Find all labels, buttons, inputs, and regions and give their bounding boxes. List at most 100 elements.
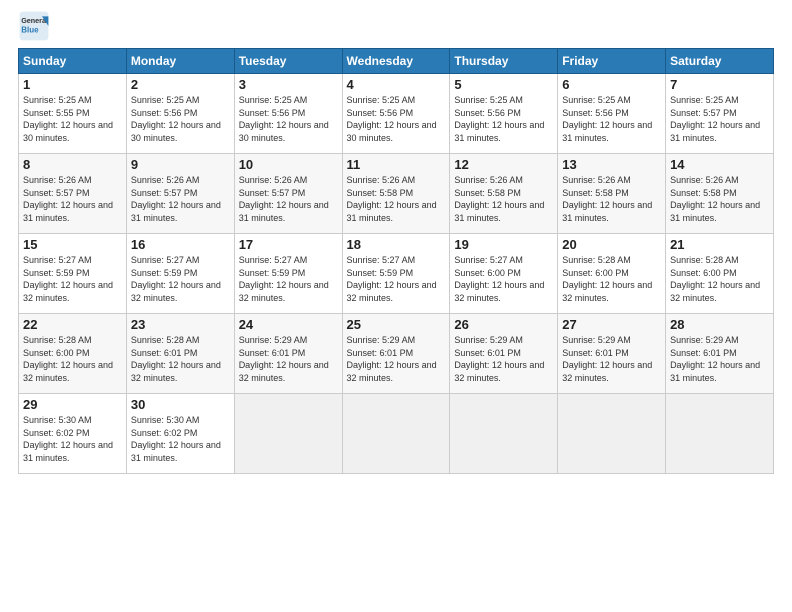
week-row-4: 22 Sunrise: 5:28 AMSunset: 6:00 PMDayligh… <box>19 314 774 394</box>
day-header-friday: Friday <box>558 49 666 74</box>
calendar-page: General Blue SundayMondayTuesdayWednesda… <box>0 0 792 612</box>
day-number: 5 <box>454 77 553 92</box>
day-number: 20 <box>562 237 661 252</box>
day-header-sunday: Sunday <box>19 49 127 74</box>
calendar-cell: 21 Sunrise: 5:28 AMSunset: 6:00 PMDayligh… <box>666 234 774 314</box>
logo: General Blue <box>18 10 50 42</box>
day-number: 1 <box>23 77 122 92</box>
calendar-cell: 14 Sunrise: 5:26 AMSunset: 5:58 PMDayligh… <box>666 154 774 234</box>
calendar-cell: 3 Sunrise: 5:25 AMSunset: 5:56 PMDaylight… <box>234 74 342 154</box>
calendar-cell: 30Sunrise: 5:30 AMSunset: 6:02 PMDayligh… <box>126 394 234 474</box>
day-number: 24 <box>239 317 338 332</box>
header: General Blue <box>18 10 774 42</box>
day-info: Sunrise: 5:27 AMSunset: 5:59 PMDaylight:… <box>131 254 230 304</box>
calendar-cell: 7 Sunrise: 5:25 AMSunset: 5:57 PMDaylight… <box>666 74 774 154</box>
day-info: Sunrise: 5:29 AMSunset: 6:01 PMDaylight:… <box>454 334 553 384</box>
day-info: Sunrise: 5:27 AMSunset: 5:59 PMDaylight:… <box>347 254 446 304</box>
day-info: Sunrise: 5:26 AMSunset: 5:58 PMDaylight:… <box>670 174 769 224</box>
calendar-cell: 24 Sunrise: 5:29 AMSunset: 6:01 PMDayligh… <box>234 314 342 394</box>
days-header-row: SundayMondayTuesdayWednesdayThursdayFrid… <box>19 49 774 74</box>
calendar-cell: 20 Sunrise: 5:28 AMSunset: 6:00 PMDayligh… <box>558 234 666 314</box>
week-row-3: 15 Sunrise: 5:27 AMSunset: 5:59 PMDayligh… <box>19 234 774 314</box>
day-info: Sunrise: 5:28 AMSunset: 6:00 PMDaylight:… <box>23 334 122 384</box>
calendar-cell: 6 Sunrise: 5:25 AMSunset: 5:56 PMDaylight… <box>558 74 666 154</box>
calendar-cell: 15 Sunrise: 5:27 AMSunset: 5:59 PMDayligh… <box>19 234 127 314</box>
calendar-cell: 22 Sunrise: 5:28 AMSunset: 6:00 PMDayligh… <box>19 314 127 394</box>
calendar-cell: 5 Sunrise: 5:25 AMSunset: 5:56 PMDaylight… <box>450 74 558 154</box>
week-row-1: 1Sunrise: 5:25 AMSunset: 5:55 PMDaylight… <box>19 74 774 154</box>
calendar-cell: 29Sunrise: 5:30 AMSunset: 6:02 PMDayligh… <box>19 394 127 474</box>
day-number: 18 <box>347 237 446 252</box>
day-info: Sunrise: 5:26 AMSunset: 5:57 PMDaylight:… <box>23 174 122 224</box>
day-info: Sunrise: 5:25 AMSunset: 5:56 PMDaylight:… <box>562 94 661 144</box>
calendar-cell: 27Sunrise: 5:29 AMSunset: 6:01 PMDayligh… <box>558 314 666 394</box>
day-info: Sunrise: 5:26 AMSunset: 5:58 PMDaylight:… <box>454 174 553 224</box>
day-number: 21 <box>670 237 769 252</box>
day-number: 11 <box>347 157 446 172</box>
day-header-wednesday: Wednesday <box>342 49 450 74</box>
day-info: Sunrise: 5:25 AMSunset: 5:56 PMDaylight:… <box>239 94 338 144</box>
calendar-cell <box>666 394 774 474</box>
calendar-cell: 8 Sunrise: 5:26 AMSunset: 5:57 PMDaylight… <box>19 154 127 234</box>
day-header-thursday: Thursday <box>450 49 558 74</box>
calendar-cell: 18 Sunrise: 5:27 AMSunset: 5:59 PMDayligh… <box>342 234 450 314</box>
day-info: Sunrise: 5:30 AMSunset: 6:02 PMDaylight:… <box>131 414 230 464</box>
day-info: Sunrise: 5:29 AMSunset: 6:01 PMDaylight:… <box>347 334 446 384</box>
day-number: 7 <box>670 77 769 92</box>
calendar-cell: 28 Sunrise: 5:29 AMSunset: 6:01 PMDayligh… <box>666 314 774 394</box>
calendar-cell: 10 Sunrise: 5:26 AMSunset: 5:57 PMDayligh… <box>234 154 342 234</box>
day-number: 28 <box>670 317 769 332</box>
day-number: 25 <box>347 317 446 332</box>
calendar-cell <box>342 394 450 474</box>
day-info: Sunrise: 5:28 AMSunset: 6:00 PMDaylight:… <box>562 254 661 304</box>
calendar-cell: 23 Sunrise: 5:28 AMSunset: 6:01 PMDayligh… <box>126 314 234 394</box>
day-number: 14 <box>670 157 769 172</box>
day-number: 4 <box>347 77 446 92</box>
calendar-cell: 11 Sunrise: 5:26 AMSunset: 5:58 PMDayligh… <box>342 154 450 234</box>
day-info: Sunrise: 5:29 AMSunset: 6:01 PMDaylight:… <box>562 334 661 384</box>
calendar-cell: 16 Sunrise: 5:27 AMSunset: 5:59 PMDayligh… <box>126 234 234 314</box>
day-info: Sunrise: 5:28 AMSunset: 6:00 PMDaylight:… <box>670 254 769 304</box>
day-info: Sunrise: 5:29 AMSunset: 6:01 PMDaylight:… <box>670 334 769 384</box>
day-info: Sunrise: 5:26 AMSunset: 5:58 PMDaylight:… <box>347 174 446 224</box>
day-number: 8 <box>23 157 122 172</box>
day-info: Sunrise: 5:27 AMSunset: 5:59 PMDaylight:… <box>23 254 122 304</box>
day-number: 16 <box>131 237 230 252</box>
day-info: Sunrise: 5:29 AMSunset: 6:01 PMDaylight:… <box>239 334 338 384</box>
day-info: Sunrise: 5:28 AMSunset: 6:01 PMDaylight:… <box>131 334 230 384</box>
day-info: Sunrise: 5:27 AMSunset: 6:00 PMDaylight:… <box>454 254 553 304</box>
day-number: 15 <box>23 237 122 252</box>
svg-text:Blue: Blue <box>21 25 39 34</box>
calendar-cell <box>234 394 342 474</box>
calendar-cell: 25 Sunrise: 5:29 AMSunset: 6:01 PMDayligh… <box>342 314 450 394</box>
day-info: Sunrise: 5:25 AMSunset: 5:56 PMDaylight:… <box>454 94 553 144</box>
day-info: Sunrise: 5:26 AMSunset: 5:57 PMDaylight:… <box>239 174 338 224</box>
day-info: Sunrise: 5:25 AMSunset: 5:57 PMDaylight:… <box>670 94 769 144</box>
calendar-cell: 9 Sunrise: 5:26 AMSunset: 5:57 PMDaylight… <box>126 154 234 234</box>
day-number: 2 <box>131 77 230 92</box>
calendar-cell: 26 Sunrise: 5:29 AMSunset: 6:01 PMDayligh… <box>450 314 558 394</box>
calendar-cell: 19Sunrise: 5:27 AMSunset: 6:00 PMDayligh… <box>450 234 558 314</box>
day-number: 23 <box>131 317 230 332</box>
calendar-cell: 1Sunrise: 5:25 AMSunset: 5:55 PMDaylight… <box>19 74 127 154</box>
day-number: 22 <box>23 317 122 332</box>
week-row-5: 29Sunrise: 5:30 AMSunset: 6:02 PMDayligh… <box>19 394 774 474</box>
logo-icon: General Blue <box>18 10 50 42</box>
day-info: Sunrise: 5:26 AMSunset: 5:57 PMDaylight:… <box>131 174 230 224</box>
calendar-table: SundayMondayTuesdayWednesdayThursdayFrid… <box>18 48 774 474</box>
calendar-cell: 17 Sunrise: 5:27 AMSunset: 5:59 PMDayligh… <box>234 234 342 314</box>
day-number: 10 <box>239 157 338 172</box>
calendar-cell: 2 Sunrise: 5:25 AMSunset: 5:56 PMDaylight… <box>126 74 234 154</box>
day-number: 13 <box>562 157 661 172</box>
week-row-2: 8 Sunrise: 5:26 AMSunset: 5:57 PMDaylight… <box>19 154 774 234</box>
day-number: 9 <box>131 157 230 172</box>
day-info: Sunrise: 5:27 AMSunset: 5:59 PMDaylight:… <box>239 254 338 304</box>
calendar-cell: 4Sunrise: 5:25 AMSunset: 5:56 PMDaylight… <box>342 74 450 154</box>
day-info: Sunrise: 5:25 AMSunset: 5:56 PMDaylight:… <box>131 94 230 144</box>
day-number: 17 <box>239 237 338 252</box>
day-number: 6 <box>562 77 661 92</box>
day-info: Sunrise: 5:26 AMSunset: 5:58 PMDaylight:… <box>562 174 661 224</box>
day-number: 26 <box>454 317 553 332</box>
day-header-tuesday: Tuesday <box>234 49 342 74</box>
day-number: 3 <box>239 77 338 92</box>
